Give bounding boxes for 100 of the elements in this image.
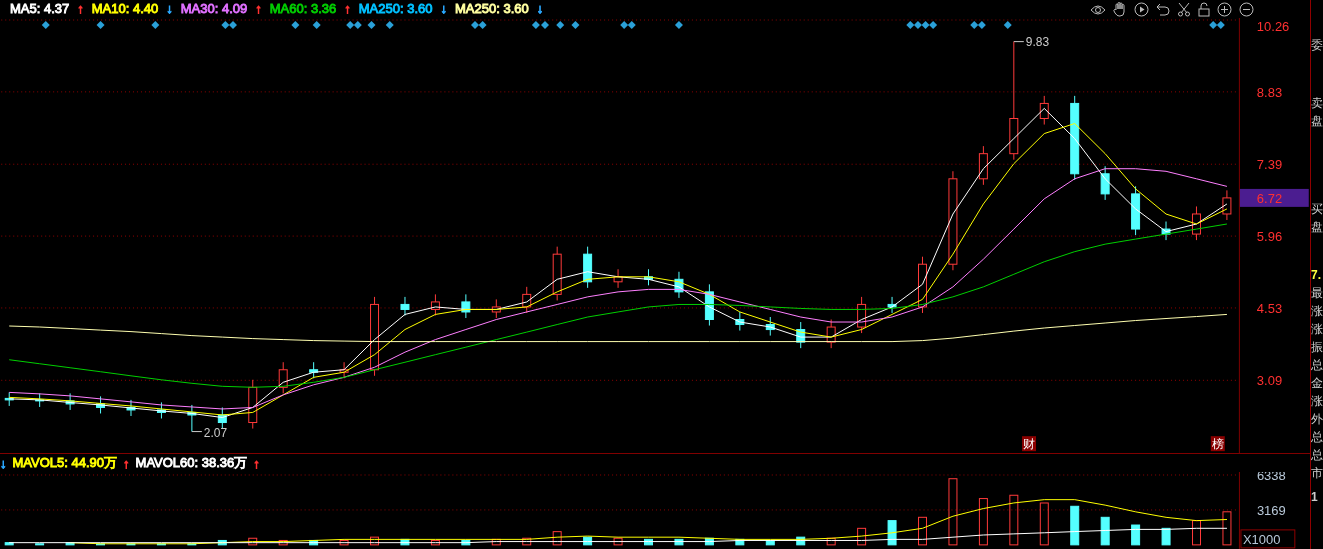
quote-panel-label: 委 xyxy=(1311,37,1323,54)
scissors-icon[interactable] xyxy=(1177,2,1191,17)
event-marker-icon[interactable] xyxy=(41,20,50,29)
candlestick xyxy=(826,318,836,349)
candlestick xyxy=(430,293,440,316)
candlestick xyxy=(887,296,897,314)
candlestick xyxy=(126,399,136,417)
legend-text: MA30: 4.09 xyxy=(180,1,249,17)
event-marker-icon[interactable] xyxy=(556,20,565,29)
volume-bar xyxy=(552,531,562,546)
event-marker-icon[interactable] xyxy=(291,20,300,29)
volume-bar xyxy=(1192,520,1201,546)
quote-panel-label: 涨 xyxy=(1311,303,1323,320)
legend-text: ↓ xyxy=(166,1,174,17)
candlestick xyxy=(491,298,501,319)
event-marker-icon[interactable] xyxy=(913,20,922,29)
candlestick xyxy=(4,391,14,407)
event-marker-icon[interactable] xyxy=(627,20,636,29)
event-marker-icon[interactable] xyxy=(541,20,549,29)
candlestick xyxy=(1192,205,1201,241)
volume-bar xyxy=(613,537,623,546)
event-marker-icon[interactable] xyxy=(471,20,479,29)
volume-bar xyxy=(918,516,927,546)
candlestick xyxy=(1161,221,1171,241)
event-marker-icon[interactable] xyxy=(1216,20,1225,29)
volume-bar xyxy=(948,478,958,546)
volume-bar xyxy=(735,539,745,546)
zoom-out-icon[interactable] xyxy=(1239,2,1254,17)
legend-text: ↑ xyxy=(77,1,85,17)
event-marker-icon[interactable] xyxy=(531,20,540,29)
price-tick-label: 7.39 xyxy=(1256,157,1283,173)
candlestick xyxy=(248,379,258,429)
candlestick xyxy=(978,145,988,186)
event-marker-icon[interactable] xyxy=(1209,20,1218,29)
legend-text: MA250: 3.60 xyxy=(358,1,434,17)
event-marker-icon[interactable] xyxy=(906,20,915,29)
lock-icon[interactable] xyxy=(1198,2,1210,17)
event-marker-icon[interactable] xyxy=(96,20,105,29)
volume-legend-text: ↑ xyxy=(253,455,261,471)
event-marker-icon[interactable] xyxy=(151,20,160,29)
event-marker-icon[interactable] xyxy=(674,20,683,29)
event-marker-icon[interactable] xyxy=(312,20,321,29)
volume-bar xyxy=(126,543,136,546)
candlestick xyxy=(187,404,197,433)
volume-bar xyxy=(217,540,227,546)
event-marker-icon[interactable] xyxy=(221,20,230,29)
play-icon[interactable] xyxy=(1134,2,1149,17)
low-price-label: 2.07 xyxy=(191,425,228,440)
volume-bar xyxy=(522,537,532,546)
legend-text: ↓ xyxy=(536,1,545,17)
candlestick xyxy=(735,311,745,332)
legend-text: MA250: 3.60 xyxy=(455,1,530,17)
event-tag[interactable]: 财 xyxy=(1022,436,1036,452)
volume-legend-text: MAVOL5: 44.90万 xyxy=(12,454,119,473)
volume-bar xyxy=(704,537,714,546)
volume-bar xyxy=(1161,527,1171,546)
candlestick xyxy=(217,406,227,429)
event-marker-icon[interactable] xyxy=(970,20,979,29)
current-price-marker xyxy=(1239,188,1309,207)
candlestick xyxy=(1222,189,1232,221)
event-marker-icon[interactable] xyxy=(620,20,629,29)
quote-panel-label: 最 xyxy=(1311,285,1323,302)
volume-bar xyxy=(1100,516,1110,546)
volume-bar xyxy=(674,539,684,546)
event-marker-icon[interactable] xyxy=(571,20,580,29)
candlestick xyxy=(857,296,867,334)
volume-bar xyxy=(491,539,501,546)
quote-panel-label: 7. xyxy=(1311,267,1322,284)
event-marker-icon[interactable] xyxy=(367,20,376,29)
volume-bar xyxy=(248,537,258,546)
event-marker-icon[interactable] xyxy=(229,20,237,29)
volume-legend-text: ↓ xyxy=(0,455,8,471)
volume-bar xyxy=(1131,524,1141,546)
quote-panel-label: 外 xyxy=(1311,411,1323,428)
event-marker-icon[interactable] xyxy=(929,20,938,29)
quote-panel-label: 1 xyxy=(1311,489,1319,506)
price-tick-label: 10.26 xyxy=(1256,18,1290,34)
event-marker-icon[interactable] xyxy=(353,20,362,29)
price-tick-label: 5.96 xyxy=(1256,229,1283,245)
volume-bar xyxy=(309,540,319,546)
event-marker-icon[interactable] xyxy=(478,20,487,29)
zoom-in-icon[interactable] xyxy=(1217,2,1232,17)
event-marker-icon[interactable] xyxy=(921,20,930,29)
event-tag[interactable]: 榜 xyxy=(1210,436,1225,452)
volume-unit-label: X1000 xyxy=(1242,532,1281,547)
hand-icon[interactable] xyxy=(1113,2,1127,17)
undo-icon[interactable] xyxy=(1156,3,1170,16)
quote-panel-label: 金 xyxy=(1311,375,1323,392)
candlestick xyxy=(765,316,775,337)
volume-bar xyxy=(826,537,836,546)
quote-panel-label: 总 xyxy=(1311,447,1323,464)
volume-bar xyxy=(1009,494,1019,546)
candlestick xyxy=(674,271,684,299)
event-marker-icon[interactable] xyxy=(1003,20,1012,29)
eye-icon[interactable] xyxy=(1090,3,1106,16)
event-marker-icon[interactable] xyxy=(385,20,394,29)
event-marker-icon[interactable] xyxy=(346,20,355,29)
volume-bar xyxy=(187,543,197,546)
event-marker-icon[interactable] xyxy=(977,20,986,29)
volume-bar xyxy=(35,543,45,546)
